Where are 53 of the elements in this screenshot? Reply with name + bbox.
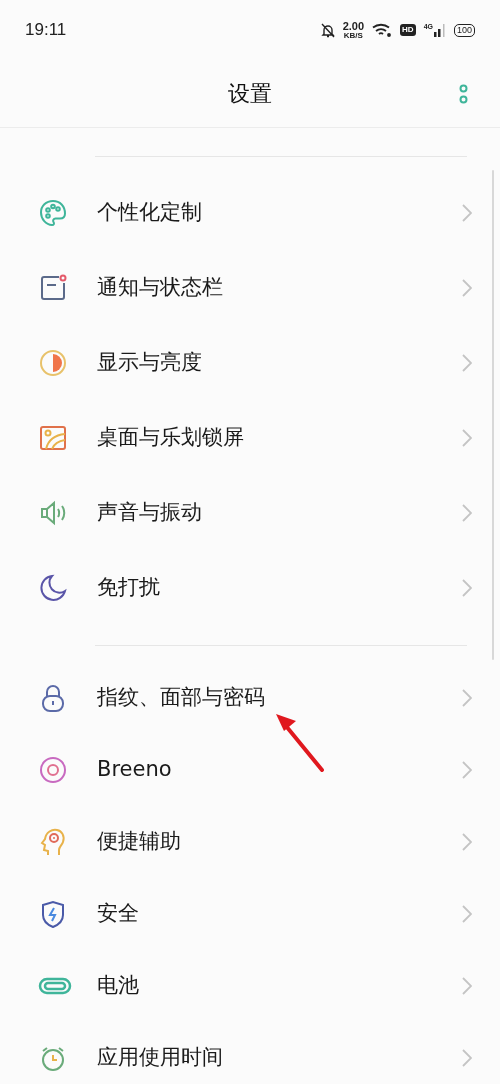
- settings-item[interactable]: 安全: [0, 878, 500, 950]
- chevron-right-icon: [462, 1049, 472, 1067]
- annotation-arrow: [274, 712, 326, 774]
- more-options-icon[interactable]: [459, 84, 468, 104]
- settings-item[interactable]: Breeno: [0, 734, 500, 806]
- settings-item[interactable]: 便捷辅助: [0, 806, 500, 878]
- settings-item-label: 安全: [97, 900, 140, 928]
- chevron-right-icon: [462, 578, 472, 597]
- chevron-right-icon: [462, 761, 472, 779]
- chevron-right-icon: [462, 977, 472, 995]
- network-speed: 2.00: [342, 20, 365, 32]
- settings-item-label: 桌面与乐划锁屏: [97, 423, 245, 451]
- head-icon: [38, 827, 68, 857]
- settings-item[interactable]: 电池: [0, 950, 500, 1022]
- settings-item-label: 应用使用时间: [97, 1044, 224, 1072]
- chevron-right-icon: [462, 503, 472, 522]
- ring-icon: [38, 755, 68, 785]
- chevron-right-icon: [462, 833, 472, 851]
- settings-item-label: Breeno: [97, 756, 173, 784]
- chevron-right-icon: [462, 428, 472, 447]
- hd-badge: HD: [400, 24, 416, 36]
- brightness-icon: [38, 347, 68, 378]
- settings-item-label: 便捷辅助: [97, 828, 182, 856]
- settings-item[interactable]: 应用使用时间: [0, 1022, 500, 1084]
- settings-item-label: 电池: [97, 972, 140, 1000]
- settings-item[interactable]: 免打扰: [0, 550, 500, 625]
- chevron-right-icon: [462, 689, 472, 707]
- settings-item[interactable]: 个性化定制: [0, 175, 500, 250]
- settings-item[interactable]: 桌面与乐划锁屏: [0, 400, 500, 475]
- chevron-right-icon: [462, 353, 472, 372]
- settings-item-label: 声音与振动: [97, 498, 203, 526]
- moon-icon: [38, 572, 68, 603]
- chevron-right-icon: [462, 278, 472, 297]
- chevron-right-icon: [462, 905, 472, 923]
- wifi-icon: [372, 23, 393, 37]
- speed-unit: KB/S: [343, 31, 363, 40]
- bell-off-icon: [320, 22, 335, 38]
- settings-item-label: 显示与亮度: [97, 348, 203, 376]
- page-title: 设置: [228, 80, 272, 108]
- settings-item-label: 指纹、面部与密码: [97, 684, 266, 712]
- status-time: 19:11: [25, 19, 67, 42]
- palette-icon: [38, 197, 68, 228]
- settings-item[interactable]: 显示与亮度: [0, 325, 500, 400]
- settings-item[interactable]: 指纹、面部与密码: [0, 662, 500, 734]
- signal-icon: [433, 23, 446, 37]
- settings-item-label: 个性化定制: [97, 198, 203, 226]
- settings-item[interactable]: 声音与振动: [0, 475, 500, 550]
- chevron-right-icon: [462, 203, 472, 222]
- settings-item-label: 通知与状态栏: [97, 273, 224, 301]
- battery-level: 100: [453, 23, 475, 37]
- settings-item-label: 免打扰: [97, 573, 161, 601]
- notification-icon: [38, 272, 68, 303]
- settings-item[interactable]: 通知与状态栏: [0, 250, 500, 325]
